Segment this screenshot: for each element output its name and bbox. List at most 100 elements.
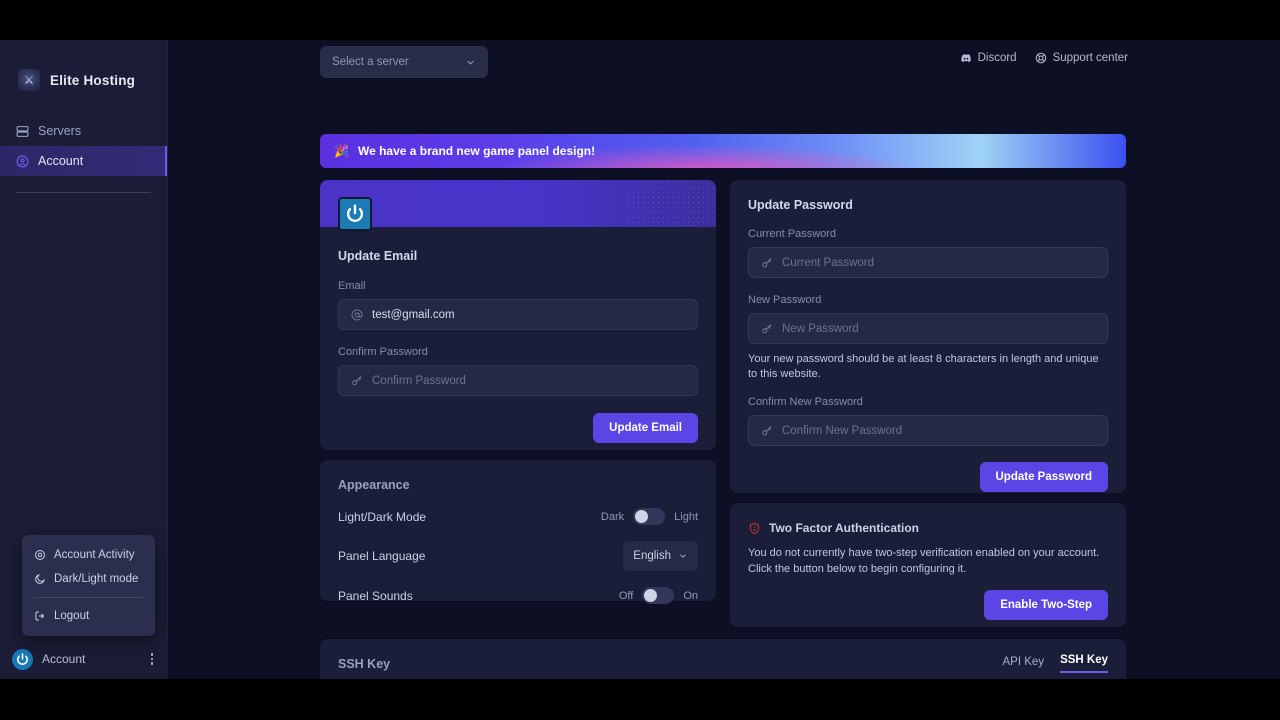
topbar-links: Discord Support center: [960, 52, 1128, 64]
toggle-right-label: On: [683, 589, 698, 602]
user-circle-icon: [16, 155, 29, 167]
sidebar-item-label: Servers: [38, 124, 82, 138]
light-dark-mode-label: Light/Dark Mode: [338, 509, 427, 524]
context-menu-item-account-activity[interactable]: Account Activity: [22, 543, 155, 567]
toggle-right-label: Light: [674, 510, 698, 523]
panel-language-value: English: [633, 550, 671, 562]
confirm-new-password-label: Confirm New Password: [748, 396, 863, 409]
key-icon: [762, 257, 772, 267]
two-factor-header: Two Factor Authentication: [748, 521, 1108, 535]
toggle-knob: [635, 510, 649, 523]
panel-language-row: Panel Language English: [338, 541, 698, 571]
tab-api-key[interactable]: API Key: [1003, 656, 1045, 673]
context-menu-item-logout[interactable]: Logout: [22, 604, 155, 628]
moon-icon: [35, 573, 46, 584]
app-viewport: ⚔ Elite Hosting Servers Account Account …: [0, 40, 1280, 679]
context-menu-separator: [34, 597, 143, 598]
topbar: Select a server Discord Support center: [168, 40, 1280, 92]
toggle-left-label: Dark: [600, 510, 625, 523]
confirm-new-password-placeholder: Confirm New Password: [782, 424, 903, 437]
ssh-key-card: SSH Key API Key SSH Key SSH Key Name SSH…: [320, 639, 1126, 679]
key-icon: [762, 425, 772, 435]
update-email-title: Update Email: [338, 249, 418, 263]
support-center-link[interactable]: Support center: [1035, 52, 1128, 64]
key-icon: [762, 323, 772, 333]
new-password-label: New Password: [748, 294, 822, 306]
main-content: 🎉 We have a brand new game panel design!…: [168, 92, 1280, 679]
shield-alert-icon: [749, 522, 760, 534]
two-factor-authentication-card: Two Factor Authentication You do not cur…: [730, 503, 1126, 627]
light-dark-mode-row: Light/Dark Mode Dark Light: [338, 508, 698, 525]
ssh-key-title: SSH Key: [338, 657, 391, 671]
panel-sounds-label: Panel Sounds: [338, 588, 413, 603]
new-password-input[interactable]: New Password: [748, 313, 1108, 344]
current-password-placeholder: Current Password: [782, 256, 875, 269]
sidebar-item-label: Account: [38, 154, 84, 168]
context-menu-item-label: Logout: [54, 610, 90, 622]
update-password-button[interactable]: Update Password: [979, 462, 1108, 493]
ssh-key-tabs: API Key SSH Key: [1003, 654, 1108, 673]
confirm-new-password-input[interactable]: Confirm New Password: [748, 415, 1108, 447]
panel-sounds-row: Panel Sounds Off On: [338, 587, 698, 604]
panel-language-select[interactable]: English: [623, 541, 698, 571]
discord-icon: [960, 54, 971, 63]
gravatar-power-icon: [17, 652, 28, 665]
brand-name: Elite Hosting: [50, 72, 136, 88]
sidebar-divider: [16, 192, 151, 193]
confirm-password-placeholder: Confirm Password: [372, 374, 466, 387]
update-password-title: Update Password: [748, 198, 853, 212]
tab-ssh-key[interactable]: SSH Key: [1060, 654, 1108, 673]
logout-icon: [35, 611, 45, 621]
eye-icon: [35, 550, 45, 560]
update-password-card: Update Password Current Password Current…: [730, 180, 1126, 493]
context-menu-item-label: Account Activity: [54, 549, 135, 561]
party-popper-icon: 🎉: [334, 144, 349, 158]
email-input[interactable]: test@gmail.com: [338, 299, 698, 330]
panel-sounds-toggle[interactable]: [642, 587, 675, 604]
avatar: [12, 648, 33, 670]
sidebar-nav: Servers Account: [0, 116, 167, 193]
sidebar: ⚔ Elite Hosting Servers Account Account …: [0, 40, 168, 679]
context-menu-item-dark-light-mode[interactable]: Dark/Light mode: [22, 567, 155, 591]
update-email-button[interactable]: Update Email: [593, 413, 698, 443]
confirm-password-input[interactable]: Confirm Password: [338, 365, 698, 396]
discord-link[interactable]: Discord: [960, 52, 1017, 64]
sidebar-item-account[interactable]: Account: [0, 146, 167, 176]
gravatar-power-icon: [346, 204, 364, 222]
server-select-placeholder: Select a server: [332, 56, 409, 68]
panel-sounds-toggle-wrap: Off On: [619, 587, 698, 604]
toggle-knob: [644, 589, 658, 602]
password-requirements-hint: Your new password should be at least 8 c…: [748, 353, 1099, 380]
announcement-banner-text: We have a brand new game panel design!: [357, 144, 596, 158]
current-password-label: Current Password: [748, 228, 837, 240]
two-factor-description: You do not currently have two-step verif…: [748, 547, 1100, 575]
shield-logo-icon: ⚔: [18, 69, 40, 91]
chevron-down-icon: [680, 554, 686, 558]
kebab-menu-icon[interactable]: [148, 651, 157, 667]
account-context-menu: Account Activity Dark/Light mode Logout: [22, 535, 155, 636]
context-menu-item-label: Dark/Light mode: [54, 573, 139, 585]
sidebar-item-servers[interactable]: Servers: [0, 116, 167, 146]
brand: ⚔ Elite Hosting: [0, 40, 167, 100]
panel-language-label: Panel Language: [338, 549, 426, 563]
profile-gravatar: [338, 197, 372, 231]
email-field-label: Email: [338, 280, 366, 292]
update-email-card: Update Email Email test@gmail.com Confir…: [320, 180, 716, 450]
announcement-banner[interactable]: 🎉 We have a brand new game panel design!: [320, 134, 1126, 168]
new-password-placeholder: New Password: [782, 322, 859, 335]
enable-two-step-button[interactable]: Enable Two-Step: [984, 589, 1108, 620]
appearance-card: Appearance Light/Dark Mode Dark Light Pa…: [320, 460, 716, 604]
sidebar-footer[interactable]: Account: [0, 639, 168, 679]
server-select-dropdown[interactable]: Select a server: [320, 46, 488, 78]
profile-header-banner: [320, 180, 716, 227]
support-center-link-label: Support center: [1052, 52, 1128, 64]
at-sign-icon: [351, 309, 363, 320]
two-factor-title: Two Factor Authentication: [769, 521, 919, 535]
confirm-password-label: Confirm Password: [338, 346, 428, 358]
current-password-input[interactable]: Current Password: [748, 247, 1108, 278]
light-dark-mode-toggle[interactable]: [633, 508, 666, 525]
server-icon: [16, 125, 29, 137]
appearance-title: Appearance: [338, 478, 410, 492]
email-input-value: test@gmail.com: [372, 308, 455, 321]
sidebar-footer-username: Account: [42, 652, 86, 666]
